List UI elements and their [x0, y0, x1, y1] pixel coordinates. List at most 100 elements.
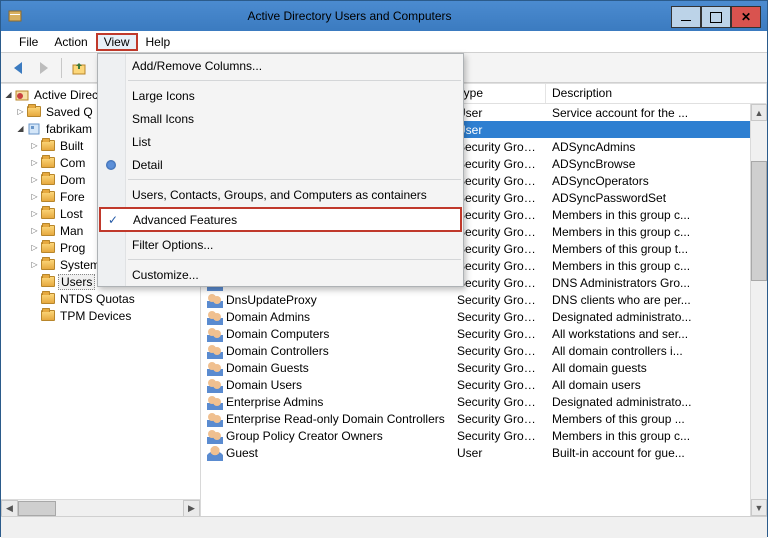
menu-file[interactable]: File — [11, 33, 46, 51]
row-description: ADSyncBrowse — [546, 157, 767, 171]
folder-icon — [40, 291, 56, 307]
menu-view[interactable]: View — [96, 33, 138, 51]
vertical-scrollbar[interactable]: ▲ ▼ — [750, 104, 767, 516]
row-type: Security Group... — [451, 395, 546, 409]
separator — [128, 259, 461, 260]
tree-node-label: NTDS Quotas — [58, 292, 137, 306]
list-row[interactable]: Domain GuestsSecurity Group...All domain… — [201, 359, 767, 376]
scrollbar-thumb[interactable] — [751, 161, 767, 281]
row-description: DNS Administrators Gro... — [546, 276, 767, 290]
maximize-button[interactable] — [701, 6, 731, 28]
folder-icon — [40, 189, 56, 205]
column-description[interactable]: Description — [546, 84, 767, 103]
row-type: Security Group... — [451, 429, 546, 443]
expand-icon[interactable] — [3, 89, 14, 100]
list-row[interactable]: Domain AdminsSecurity Group...Designated… — [201, 308, 767, 325]
list-row[interactable]: Enterprise AdminsSecurity Group...Design… — [201, 393, 767, 410]
row-type: Security Group... — [451, 259, 546, 273]
menuitem-customize[interactable]: Customize... — [98, 263, 463, 286]
forward-button[interactable] — [33, 57, 55, 79]
up-button[interactable] — [68, 57, 90, 79]
row-description: Service account for the ... — [546, 106, 767, 120]
menuitem-list[interactable]: List — [98, 130, 463, 153]
scroll-left-button[interactable]: ◀ — [1, 500, 18, 517]
list-row[interactable]: Domain UsersSecurity Group...All domain … — [201, 376, 767, 393]
row-name: Domain Controllers — [226, 344, 329, 358]
row-description: Members in this group c... — [546, 208, 767, 222]
scrollbar-thumb[interactable] — [18, 501, 56, 516]
tree-node[interactable]: NTDS Quotas — [1, 290, 200, 307]
folder-icon — [40, 138, 56, 154]
scroll-right-button[interactable]: ▶ — [183, 500, 200, 517]
group-icon — [207, 411, 223, 427]
row-description: ADSyncPasswordSet — [546, 191, 767, 205]
folder-icon — [40, 223, 56, 239]
expand-icon[interactable] — [29, 140, 40, 151]
group-icon — [207, 343, 223, 359]
group-icon — [207, 309, 223, 325]
menuitem-filter-options[interactable]: Filter Options... — [98, 233, 463, 256]
app-icon — [7, 8, 23, 24]
folder-icon — [40, 257, 56, 273]
tree-horizontal-scrollbar[interactable]: ◀ ▶ — [1, 499, 200, 516]
menuitem-add-remove-columns[interactable]: Add/Remove Columns... — [98, 54, 463, 77]
list-row[interactable]: DnsUpdateProxySecurity Group...DNS clien… — [201, 291, 767, 308]
group-icon — [207, 377, 223, 393]
row-name: Guest — [226, 446, 258, 460]
expand-icon[interactable] — [15, 123, 26, 134]
tree-node[interactable]: TPM Devices — [1, 307, 200, 324]
row-description: Built-in account for gue... — [546, 446, 767, 460]
menuitem-large-icons[interactable]: Large Icons — [98, 84, 463, 107]
row-description: Members in this group c... — [546, 259, 767, 273]
group-icon — [207, 394, 223, 410]
row-description: Designated administrato... — [546, 395, 767, 409]
row-description: All domain guests — [546, 361, 767, 375]
row-name: Domain Guests — [226, 361, 309, 375]
tree-node-label: Lost — [58, 207, 85, 221]
menuitem-small-icons[interactable]: Small Icons — [98, 107, 463, 130]
menuitem-advanced-features[interactable]: ✓Advanced Features — [99, 207, 462, 232]
minimize-button[interactable] — [671, 6, 701, 28]
back-button[interactable] — [7, 57, 29, 79]
expand-icon[interactable] — [29, 191, 40, 202]
menu-help[interactable]: Help — [138, 33, 179, 51]
folder-icon — [40, 172, 56, 188]
menu-action[interactable]: Action — [46, 33, 95, 51]
expand-icon[interactable] — [29, 259, 40, 270]
group-icon — [207, 360, 223, 376]
expand-icon[interactable] — [29, 174, 40, 185]
scroll-up-button[interactable]: ▲ — [751, 104, 767, 121]
user-icon — [207, 445, 223, 461]
expand-icon[interactable] — [29, 208, 40, 219]
column-type[interactable]: Type — [451, 84, 546, 103]
row-description: ADSyncAdmins — [546, 140, 767, 154]
list-row[interactable]: Domain ComputersSecurity Group...All wor… — [201, 325, 767, 342]
row-type: Security Group... — [451, 191, 546, 205]
row-name: DnsUpdateProxy — [226, 293, 317, 307]
tree-node-label: Fore — [58, 190, 87, 204]
menu-bar: File Action View Help — [1, 31, 767, 53]
row-name: Domain Computers — [226, 327, 329, 341]
expand-icon[interactable] — [15, 106, 26, 117]
scroll-down-button[interactable]: ▼ — [751, 499, 767, 516]
menuitem-users-as-containers[interactable]: Users, Contacts, Groups, and Computers a… — [98, 183, 463, 206]
close-button[interactable] — [731, 6, 761, 28]
expand-icon[interactable] — [29, 242, 40, 253]
list-row[interactable]: Guest UserBuilt-in account for gue... — [201, 444, 767, 461]
row-type: User — [451, 446, 546, 460]
check-icon: ✓ — [108, 213, 122, 227]
directory-icon — [14, 87, 30, 103]
folder-icon — [40, 240, 56, 256]
expand-icon[interactable] — [29, 157, 40, 168]
row-type: Security Group... — [451, 225, 546, 239]
list-row[interactable]: Group Policy Creator OwnersSecurity Grou… — [201, 427, 767, 444]
folder-icon — [40, 274, 56, 290]
folder-icon — [26, 104, 42, 120]
tree-node-label: Dom — [58, 173, 87, 187]
row-description: All domain controllers i... — [546, 344, 767, 358]
list-row[interactable]: Enterprise Read-only Domain ControllersS… — [201, 410, 767, 427]
expand-icon[interactable] — [29, 225, 40, 236]
list-row[interactable]: Domain ControllersSecurity Group...All d… — [201, 342, 767, 359]
menuitem-detail[interactable]: Detail — [98, 153, 463, 176]
row-type: Security Group... — [451, 276, 546, 290]
